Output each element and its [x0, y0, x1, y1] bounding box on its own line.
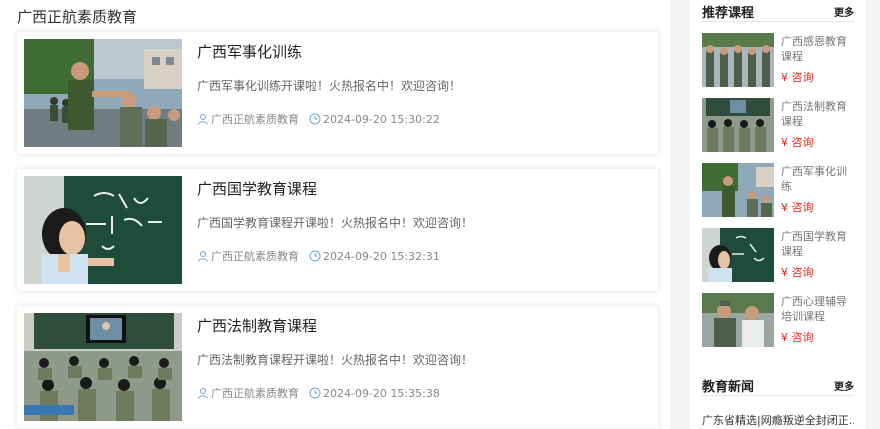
article-thumbnail[interactable]	[24, 176, 182, 284]
article-meta: 广西正航素质教育 2024-09-20 15:35:38	[197, 385, 440, 401]
article-card[interactable]: 广西法制教育课程 广西法制教育课程开课啦！火热报名中！欢迎咨询！ 广西正航素质教…	[17, 306, 658, 428]
article-author: 广西正航素质教育	[211, 250, 299, 263]
recommended-item[interactable]: 广西国学教育课程 ¥ 咨询	[702, 228, 854, 284]
recommended-name[interactable]: 广西法制教育课程	[781, 99, 853, 129]
recommended-thumbnail[interactable]	[702, 163, 774, 217]
article-date: 2024-09-20 15:35:38	[323, 386, 440, 400]
section-title: 广西正航素质教育	[17, 8, 138, 26]
article-card[interactable]: 广西军事化训练 广西军事化训练开课啦！火热报名中！欢迎咨询！ 广西正航素质教育 …	[17, 32, 658, 154]
recommended-name[interactable]: 广西军事化训练	[781, 164, 853, 194]
news-item[interactable]: 广东省精选|网瘾叛逆全封闭正...	[702, 412, 854, 428]
article-description: 广西法制教育课程开课啦！火热报名中！欢迎咨询！	[197, 353, 474, 367]
recommended-more-link[interactable]: 更多	[834, 4, 854, 19]
article-list-section: 广西正航素质教育 广西军事化训练 广西军事化训练开课啦！火热报名中！欢迎咨询！ …	[0, 0, 670, 429]
article-title[interactable]: 广西法制教育课程	[197, 315, 317, 336]
user-icon	[198, 251, 208, 262]
clock-icon	[309, 387, 321, 399]
user-icon	[198, 388, 208, 399]
article-card[interactable]: 广西国学教育课程 广西国学教育课程开课啦！火热报名中！欢迎咨询！ 广西正航素质教…	[17, 169, 658, 291]
article-title[interactable]: 广西国学教育课程	[197, 178, 317, 199]
sidebar: 推荐课程 更多 广西感恩教育课程 ¥ 咨询 广西法制教育课程 ¥ 咨询 广西军事…	[690, 0, 866, 429]
recommended-item[interactable]: 广西心理辅导培训课程 ¥ 咨询	[702, 293, 854, 349]
consult-price[interactable]: ¥ 咨询	[781, 329, 814, 345]
news-header: 教育新闻 更多	[702, 376, 854, 396]
article-description: 广西军事化训练开课啦！火热报名中！欢迎咨询！	[197, 79, 462, 93]
recommended-name[interactable]: 广西感恩教育课程	[781, 34, 853, 64]
consult-price[interactable]: ¥ 咨询	[781, 199, 814, 215]
consult-price[interactable]: ¥ 咨询	[781, 134, 814, 150]
article-title[interactable]: 广西军事化训练	[197, 41, 302, 62]
recommended-header: 推荐课程 更多	[702, 2, 854, 22]
recommended-thumbnail[interactable]	[702, 228, 774, 282]
article-meta: 广西正航素质教育 2024-09-20 15:32:31	[197, 248, 440, 264]
recommended-item[interactable]: 广西军事化训练 ¥ 咨询	[702, 163, 854, 219]
recommended-item[interactable]: 广西感恩教育课程 ¥ 咨询	[702, 33, 854, 89]
news-heading: 教育新闻	[702, 380, 755, 395]
clock-icon	[309, 250, 321, 262]
recommended-thumbnail[interactable]	[702, 98, 774, 152]
news-more-link[interactable]: 更多	[834, 378, 854, 393]
recommended-name[interactable]: 广西心理辅导培训课程	[781, 294, 853, 324]
consult-price[interactable]: ¥ 咨询	[781, 264, 814, 280]
article-date: 2024-09-20 15:30:22	[323, 112, 440, 126]
recommended-thumbnail[interactable]	[702, 293, 774, 347]
article-thumbnail[interactable]	[24, 39, 182, 147]
article-author: 广西正航素质教育	[211, 387, 299, 400]
page: 广西正航素质教育 广西军事化训练 广西军事化训练开课啦！火热报名中！欢迎咨询！ …	[0, 0, 880, 429]
recommended-thumbnail[interactable]	[702, 33, 774, 87]
article-date: 2024-09-20 15:32:31	[323, 249, 440, 263]
recommended-heading: 推荐课程	[702, 6, 755, 21]
article-meta: 广西正航素质教育 2024-09-20 15:30:22	[197, 111, 440, 127]
user-icon	[198, 114, 208, 125]
article-thumbnail[interactable]	[24, 313, 182, 421]
consult-price[interactable]: ¥ 咨询	[781, 69, 814, 85]
recommended-name[interactable]: 广西国学教育课程	[781, 229, 853, 259]
article-author: 广西正航素质教育	[211, 113, 299, 126]
clock-icon	[309, 113, 321, 125]
recommended-item[interactable]: 广西法制教育课程 ¥ 咨询	[702, 98, 854, 154]
article-description: 广西国学教育课程开课啦！火热报名中！欢迎咨询！	[197, 216, 474, 230]
